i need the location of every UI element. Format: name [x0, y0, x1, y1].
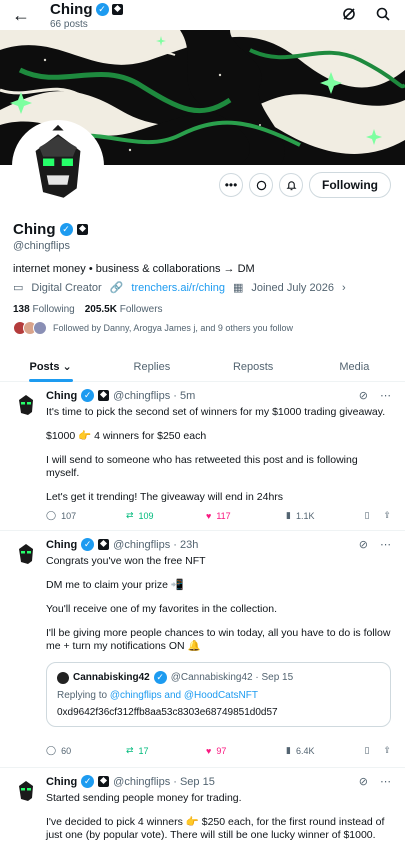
avatar	[33, 321, 47, 335]
post[interactable]: Ching ✓ @chingflips · 23h ⊘ ⋯ Congrats y…	[0, 532, 405, 768]
post-text: Started sending people money for trading…	[46, 792, 385, 841]
profile-category: Digital Creator	[31, 281, 102, 294]
affiliate-badge-icon	[98, 539, 110, 550]
reply-button[interactable]: ◯ 60	[46, 745, 126, 756]
profile-stats: 138 Following 205.5K Followers	[13, 304, 163, 315]
heart-icon: ♥	[206, 745, 212, 756]
verified-badge-icon[interactable]: ✓	[59, 223, 73, 236]
grok-icon[interactable]: ⊘	[359, 775, 368, 788]
following-button[interactable]: Following	[309, 172, 391, 198]
avatar	[57, 671, 69, 684]
heart-icon: ♥	[206, 510, 212, 521]
post-handle-time[interactable]: @chingflips · Sep 15	[113, 776, 215, 788]
like-button[interactable]: ♥ 97	[206, 746, 286, 756]
post-text: It's time to pick the second set of winn…	[46, 406, 386, 503]
views-icon: ▮	[286, 745, 291, 755]
post-actions: ◯ 60 ⇄ 17 ♥ 97 ▮ 6.4K ▯ ⇪	[46, 745, 391, 756]
message-icon[interactable]	[249, 173, 273, 197]
following-stat[interactable]: 138 Following	[13, 304, 75, 315]
tab-replies[interactable]: Replies	[101, 352, 202, 381]
more-options-icon[interactable]: ⋯	[380, 538, 391, 551]
post[interactable]: Ching ✓ @chingflips · 5m ⊘ ⋯ It's time t…	[0, 383, 405, 531]
quoted-post[interactable]: Cannabisking42 ✓ @Cannabisking42 · Sep 1…	[46, 662, 391, 727]
tab-posts[interactable]: Posts ⌄	[0, 352, 101, 382]
tab-media[interactable]: Media	[304, 352, 405, 381]
profile-name: Ching ✓	[13, 221, 88, 238]
affiliate-badge-icon	[98, 776, 110, 787]
profile-meta: ▭ Digital Creator 🔗 trenchers.ai/r/ching…	[13, 281, 346, 295]
post-author-name[interactable]: Ching	[46, 390, 77, 402]
tab-reposts[interactable]: Reposts	[203, 352, 304, 381]
reply-button[interactable]: ◯ 107	[46, 510, 126, 521]
profile-joined: Joined July 2026	[251, 281, 334, 294]
share-icon[interactable]: ⇪	[383, 510, 391, 521]
verified-badge-icon: ✓	[81, 538, 95, 551]
quote-replying-to: Replying to @chingflips and @HoodCatsNFT	[57, 690, 258, 701]
profile-tabs: Posts ⌄ Replies Reposts Media	[0, 352, 405, 382]
post-author-name[interactable]: Ching	[46, 539, 77, 551]
followed-by[interactable]: Followed by Danny, Arogya James j, and 9…	[13, 321, 293, 335]
followed-by-text: Followed by Danny, Arogya James j, and 9…	[53, 323, 293, 333]
repost-button[interactable]: ⇄ 109	[126, 510, 206, 521]
reply-icon: ◯	[46, 510, 57, 520]
repost-button[interactable]: ⇄ 17	[126, 745, 206, 756]
quote-author-name: Cannabisking42	[73, 672, 150, 683]
reply-icon: ◯	[46, 745, 57, 755]
affiliate-badge-icon	[111, 4, 123, 15]
post-text: Congrats you've won the free NFT DM me t…	[46, 555, 391, 652]
header-title: Ching ✓ 66 posts	[50, 1, 123, 30]
profile-bio: internet money • business & collaboratio…	[13, 263, 255, 275]
profile-avatar[interactable]	[12, 120, 104, 212]
post[interactable]: Ching ✓ @chingflips · Sep 15 ⊘ ⋯ Started…	[0, 769, 405, 843]
verified-badge-icon: ✓	[81, 389, 95, 402]
chevron-down-icon: ⌄	[62, 361, 72, 373]
views-button[interactable]: ▮ 6.4K	[286, 745, 346, 756]
briefcase-icon: ▭	[13, 282, 24, 294]
calendar-icon: ▦	[232, 282, 244, 294]
quote-text: 0xd9642f36cf312ffb8aa53c8303e68749851d0d…	[57, 707, 278, 718]
bookmark-icon[interactable]: ▯	[365, 745, 370, 756]
more-options-icon[interactable]: •••	[219, 173, 243, 197]
like-button[interactable]: ♥ 117	[206, 511, 286, 521]
post-handle-time[interactable]: @chingflips · 5m	[113, 390, 195, 402]
more-options-icon[interactable]: ⋯	[380, 389, 391, 402]
profile-display-name: Ching	[13, 221, 56, 238]
search-icon[interactable]	[375, 6, 391, 22]
chevron-right-icon[interactable]: ›	[342, 282, 346, 294]
verified-badge-icon: ✓	[153, 671, 167, 684]
post-handle-time[interactable]: @chingflips · 23h	[113, 539, 198, 551]
grok-icon[interactable]	[341, 6, 357, 22]
back-arrow-icon[interactable]: ←	[10, 4, 32, 26]
notification-bell-icon[interactable]	[279, 173, 303, 197]
avatar[interactable]	[12, 540, 40, 568]
bookmark-icon[interactable]: ▯	[365, 510, 370, 521]
profile-link[interactable]: trenchers.ai/r/ching	[131, 282, 225, 294]
views-icon: ▮	[286, 510, 291, 520]
post-author-name[interactable]: Ching	[46, 776, 77, 788]
post-count: 66 posts	[50, 19, 88, 30]
quote-handle-time: @Cannabisking42 · Sep 15	[170, 672, 294, 683]
affiliate-badge-icon[interactable]	[76, 224, 88, 235]
header-name: Ching	[50, 1, 93, 18]
affiliate-badge-icon	[98, 390, 110, 401]
grok-icon[interactable]: ⊘	[359, 389, 368, 402]
grok-icon[interactable]: ⊘	[359, 538, 368, 551]
link-icon: 🔗	[109, 282, 124, 294]
more-options-icon[interactable]: ⋯	[380, 775, 391, 788]
top-bar: ← Ching ✓ 66 posts	[0, 0, 405, 30]
verified-badge-icon: ✓	[95, 3, 109, 16]
verified-badge-icon: ✓	[81, 775, 95, 788]
profile-handle: @chingflips	[13, 240, 71, 252]
views-button[interactable]: ▮ 1.1K	[286, 510, 346, 521]
repost-icon: ⇄	[126, 510, 134, 520]
profile-actions: ••• Following	[219, 172, 391, 198]
post-actions: ◯ 107 ⇄ 109 ♥ 117 ▮ 1.1K ▯ ⇪	[46, 510, 391, 521]
avatar[interactable]	[12, 777, 40, 805]
follower-avatars	[13, 321, 47, 335]
repost-icon: ⇄	[126, 745, 134, 755]
share-icon[interactable]: ⇪	[383, 745, 391, 756]
avatar[interactable]	[12, 391, 40, 419]
followers-stat[interactable]: 205.5K Followers	[85, 304, 163, 315]
